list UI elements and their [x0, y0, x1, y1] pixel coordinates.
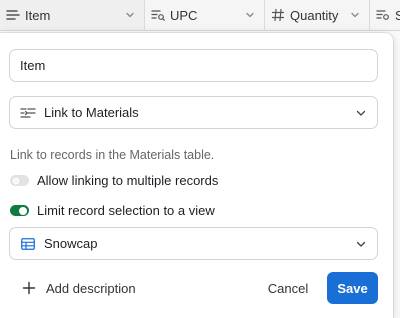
grid-header: Item UPC Quantity S	[0, 0, 400, 31]
column-header-partial[interactable]: S	[370, 0, 400, 30]
save-button[interactable]: Save	[327, 272, 378, 304]
field-name-input[interactable]	[9, 49, 378, 82]
column-header-upc[interactable]: UPC	[145, 0, 265, 30]
limit-to-view-toggle-row[interactable]: Limit record selection to a view	[10, 203, 215, 218]
primary-field-icon	[6, 8, 20, 22]
column-header-label: Quantity	[290, 7, 339, 23]
chevron-down-icon[interactable]	[244, 9, 256, 21]
view-select-label: Snowcap	[44, 236, 98, 251]
lookup-text-icon	[151, 8, 165, 22]
field-type-select[interactable]: Link to Materials	[9, 96, 378, 129]
chevron-down-icon	[355, 238, 367, 250]
toggle-knob	[12, 176, 20, 185]
view-select[interactable]: Snowcap	[9, 227, 378, 260]
limit-to-view-label: Limit record selection to a view	[37, 203, 215, 218]
column-header-item[interactable]: Item	[0, 0, 145, 30]
chevron-down-icon[interactable]	[124, 9, 136, 21]
link-records-icon	[20, 105, 36, 121]
limit-to-view-toggle[interactable]	[10, 205, 29, 216]
column-header-quantity[interactable]: Quantity	[265, 0, 370, 30]
allow-multiple-records-toggle-row[interactable]: Allow linking to multiple records	[10, 173, 218, 188]
panel-footer: Add description Cancel Save	[0, 272, 393, 304]
add-description-button[interactable]: Add description	[22, 272, 136, 304]
allow-multiple-records-label: Allow linking to multiple records	[37, 173, 219, 188]
cancel-button[interactable]: Cancel	[258, 272, 318, 304]
column-header-label: Item	[25, 7, 51, 23]
allow-multiple-records-toggle[interactable]	[10, 175, 29, 186]
chevron-down-icon	[355, 107, 367, 119]
number-icon	[271, 8, 285, 22]
field-config-panel: Link to Materials Link to records in the…	[0, 33, 393, 318]
plus-icon	[22, 281, 36, 295]
grid-view-icon	[20, 236, 36, 252]
toggle-knob	[19, 206, 27, 215]
column-header-label: S	[395, 7, 400, 23]
field-type-label: Link to Materials	[44, 105, 139, 120]
lookup-text-icon	[376, 8, 390, 22]
column-header-label: UPC	[170, 7, 198, 23]
chevron-down-icon[interactable]	[349, 9, 361, 21]
field-type-help-text: Link to records in the Materials table.	[10, 148, 215, 162]
add-description-label: Add description	[46, 280, 136, 296]
